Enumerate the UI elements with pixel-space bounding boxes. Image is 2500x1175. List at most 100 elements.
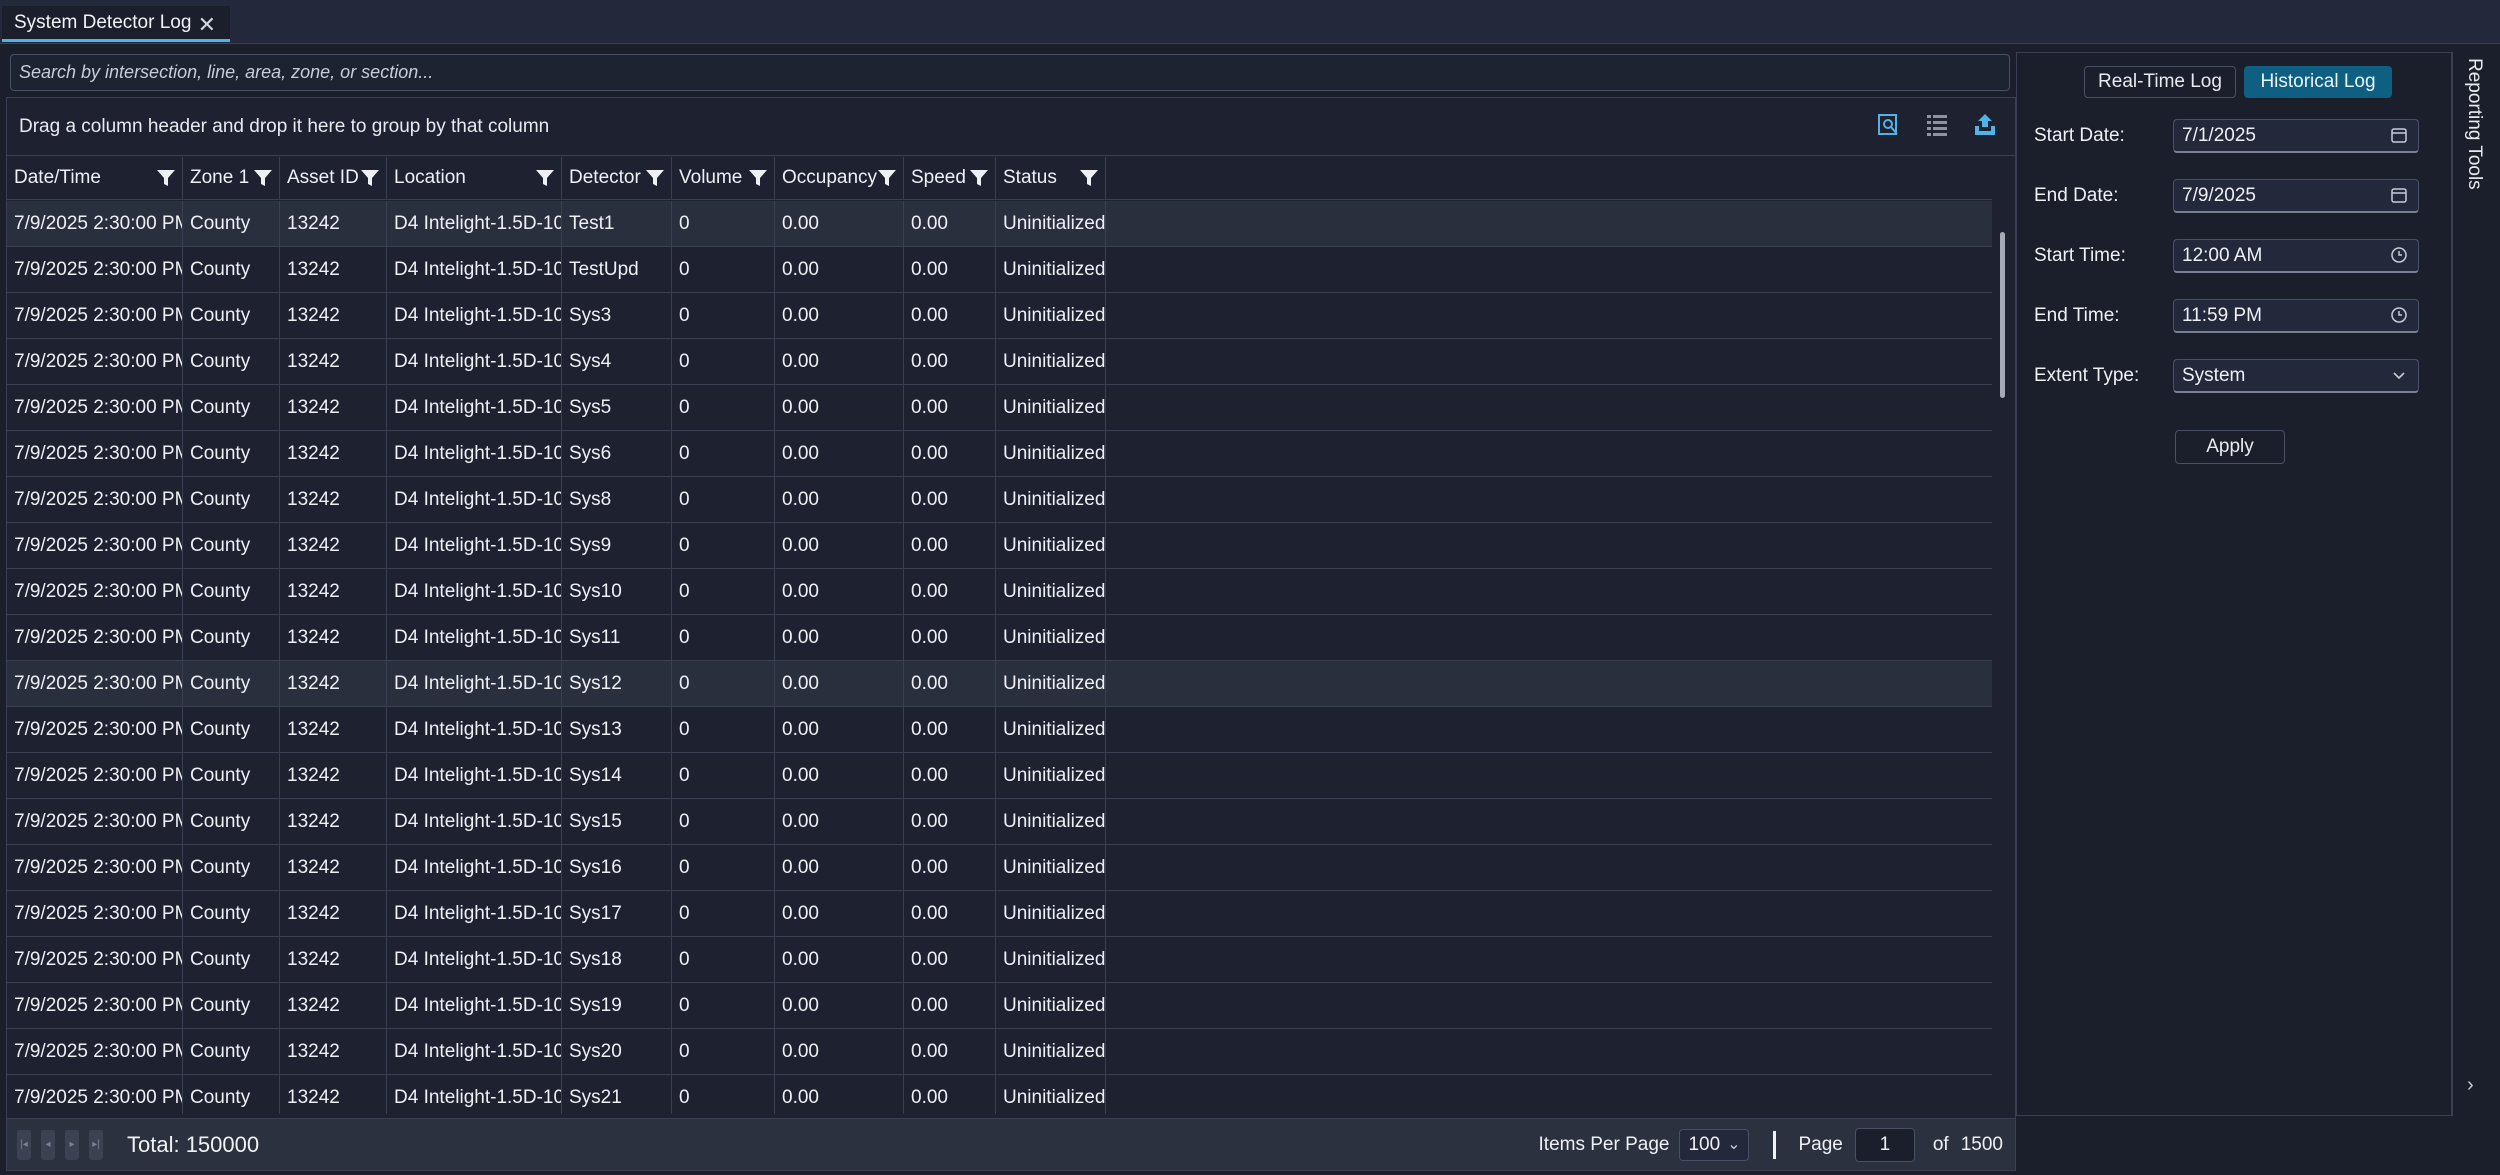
table-cell: 7/9/2025 2:30:00 PM: [7, 569, 183, 614]
chevron-down-icon: [2390, 366, 2408, 384]
table-row[interactable]: 7/9/2025 2:30:00 PM County 13242 D4 Intelig…: [7, 339, 1992, 385]
table-row[interactable]: 7/9/2025 2:30:00 PM County 13242 D4 Intelig…: [7, 523, 1992, 569]
table-cell: 7/9/2025 2:30:00 PM: [7, 477, 183, 522]
extent-type-select[interactable]: System: [2173, 359, 2419, 393]
table-cell: 0.00: [904, 293, 996, 338]
column-header[interactable]: Date/Time: [7, 157, 183, 199]
table-cell: 7/9/2025 2:30:00 PM: [7, 891, 183, 936]
table-row[interactable]: 7/9/2025 2:30:00 PM County 13242 D4 Intelig…: [7, 569, 1992, 615]
filter-icon[interactable]: [748, 168, 768, 188]
first-page-button[interactable]: |◂: [17, 1129, 31, 1160]
table-cell: County: [183, 891, 280, 936]
filter-icon[interactable]: [877, 168, 897, 188]
filter-icon[interactable]: [253, 168, 273, 188]
table-row[interactable]: 7/9/2025 2:30:00 PM County 13242 D4 Intelig…: [7, 937, 1992, 983]
table-row[interactable]: 7/9/2025 2:30:00 PM County 13242 D4 Intelig…: [7, 707, 1992, 753]
table-row[interactable]: 7/9/2025 2:30:00 PM County 13242 D4 Intelig…: [7, 1029, 1992, 1075]
table-cell: Sys4: [562, 339, 672, 384]
table-cell: 0.00: [904, 201, 996, 246]
reporting-tools-tab[interactable]: Reporting Tools: [2463, 58, 2485, 190]
table-row[interactable]: 7/9/2025 2:30:00 PM County 13242 D4 Intelig…: [7, 983, 1992, 1029]
calendar-icon[interactable]: [2390, 186, 2408, 204]
column-header[interactable]: Detector: [562, 157, 672, 199]
table-cell: Uninitialized: [996, 891, 1106, 936]
table-row[interactable]: 7/9/2025 2:30:00 PM County 13242 D4 Intelig…: [7, 431, 1992, 477]
table-row[interactable]: 7/9/2025 2:30:00 PM County 13242 D4 Intelig…: [7, 293, 1992, 339]
column-header[interactable]: Speed: [904, 157, 996, 199]
table-cell: 0.00: [904, 983, 996, 1028]
table-cell: 0: [672, 661, 775, 706]
table-cell: Sys13: [562, 707, 672, 752]
table-cell: Uninitialized: [996, 707, 1106, 752]
start-time-field[interactable]: 12:00 AM: [2173, 239, 2419, 273]
detector-log-grid: Drag a column header and drop it here to…: [6, 97, 2016, 1171]
end-date-field[interactable]: 7/9/2025: [2173, 179, 2419, 213]
table-cell: 13242: [280, 201, 387, 246]
search-panel-icon[interactable]: [1877, 112, 1901, 138]
page-label: Page: [1798, 1133, 1843, 1155]
column-header[interactable]: Asset ID: [280, 157, 387, 199]
historical-log-button[interactable]: Historical Log: [2244, 66, 2392, 98]
table-row[interactable]: 7/9/2025 2:30:00 PM County 13242 D4 Intelig…: [7, 753, 1992, 799]
table-cell: Sys8: [562, 477, 672, 522]
filter-icon[interactable]: [156, 168, 176, 188]
prev-page-button[interactable]: ◂: [41, 1129, 55, 1160]
column-header[interactable]: Status: [996, 157, 1106, 199]
filter-icon[interactable]: [360, 168, 380, 188]
filter-icon[interactable]: [535, 168, 555, 188]
start-date-field[interactable]: 7/1/2025: [2173, 119, 2419, 153]
close-icon[interactable]: ✕: [198, 12, 216, 38]
total-count: Total: 150000: [127, 1131, 260, 1157]
clock-icon[interactable]: [2390, 246, 2408, 264]
table-row[interactable]: 7/9/2025 2:30:00 PM County 13242 D4 Intelig…: [7, 845, 1992, 891]
table-row[interactable]: 7/9/2025 2:30:00 PM County 13242 D4 Intelig…: [7, 201, 1992, 247]
table-cell: 0.00: [775, 707, 904, 752]
next-page-button[interactable]: ▸: [65, 1129, 79, 1160]
realtime-log-button[interactable]: Real-Time Log: [2084, 66, 2236, 98]
table-cell: 0: [672, 1075, 775, 1114]
table-row[interactable]: 7/9/2025 2:30:00 PM County 13242 D4 Intelig…: [7, 477, 1992, 523]
end-date-value: 7/9/2025: [2182, 184, 2256, 206]
group-panel[interactable]: Drag a column header and drop it here to…: [7, 98, 2015, 156]
tab-title: System Detector Log: [14, 11, 192, 33]
column-header[interactable]: Volume: [672, 157, 775, 199]
table-cell: Sys16: [562, 845, 672, 890]
items-per-page-select[interactable]: 100 ⌄: [1679, 1128, 1750, 1161]
table-cell: 7/9/2025 2:30:00 PM: [7, 293, 183, 338]
search-input[interactable]: Search by intersection, line, area, zone…: [10, 54, 2010, 91]
page-number-input[interactable]: 1: [1854, 1127, 1915, 1162]
table-cell: Uninitialized: [996, 385, 1106, 430]
table-cell: 0: [672, 339, 775, 384]
column-chooser-icon[interactable]: [1925, 112, 1949, 138]
table-row[interactable]: 7/9/2025 2:30:00 PM County 13242 D4 Intelig…: [7, 385, 1992, 431]
filter-icon[interactable]: [1079, 168, 1099, 188]
column-header[interactable]: Location: [387, 157, 562, 199]
clock-icon[interactable]: [2390, 306, 2408, 324]
start-date-value: 7/1/2025: [2182, 124, 2256, 146]
end-time-field[interactable]: 11:59 PM: [2173, 299, 2419, 333]
table-cell: 7/9/2025 2:30:00 PM: [7, 707, 183, 752]
table-cell: County: [183, 615, 280, 660]
table-row[interactable]: 7/9/2025 2:30:00 PM County 13242 D4 Intelig…: [7, 891, 1992, 937]
table-row[interactable]: 7/9/2025 2:30:00 PM County 13242 D4 Intelig…: [7, 247, 1992, 293]
table-cell: 0: [672, 385, 775, 430]
vertical-scrollbar[interactable]: [2000, 232, 2005, 398]
table-row[interactable]: 7/9/2025 2:30:00 PM County 13242 D4 Intelig…: [7, 799, 1992, 845]
table-cell: Uninitialized: [996, 201, 1106, 246]
chevron-right-icon[interactable]: ›: [2467, 1074, 2474, 1097]
table-cell: D4 Intelight-1.5D-10: [387, 569, 562, 614]
tab-system-detector-log[interactable]: System Detector Log ✕: [2, 6, 230, 42]
table-row[interactable]: 7/9/2025 2:30:00 PM County 13242 D4 Intelig…: [7, 1075, 1992, 1114]
table-row[interactable]: 7/9/2025 2:30:00 PM County 13242 D4 Intelig…: [7, 661, 1992, 707]
column-header[interactable]: Occupancy: [775, 157, 904, 199]
table-cell: Sys19: [562, 983, 672, 1028]
export-icon[interactable]: [1973, 112, 1997, 138]
filter-icon[interactable]: [969, 168, 989, 188]
table-cell: 0: [672, 799, 775, 844]
filter-icon[interactable]: [645, 168, 665, 188]
apply-button[interactable]: Apply: [2175, 430, 2285, 464]
last-page-button[interactable]: ▸|: [89, 1129, 103, 1160]
table-row[interactable]: 7/9/2025 2:30:00 PM County 13242 D4 Intelig…: [7, 615, 1992, 661]
calendar-icon[interactable]: [2390, 126, 2408, 144]
column-header[interactable]: Zone 1: [183, 157, 280, 199]
